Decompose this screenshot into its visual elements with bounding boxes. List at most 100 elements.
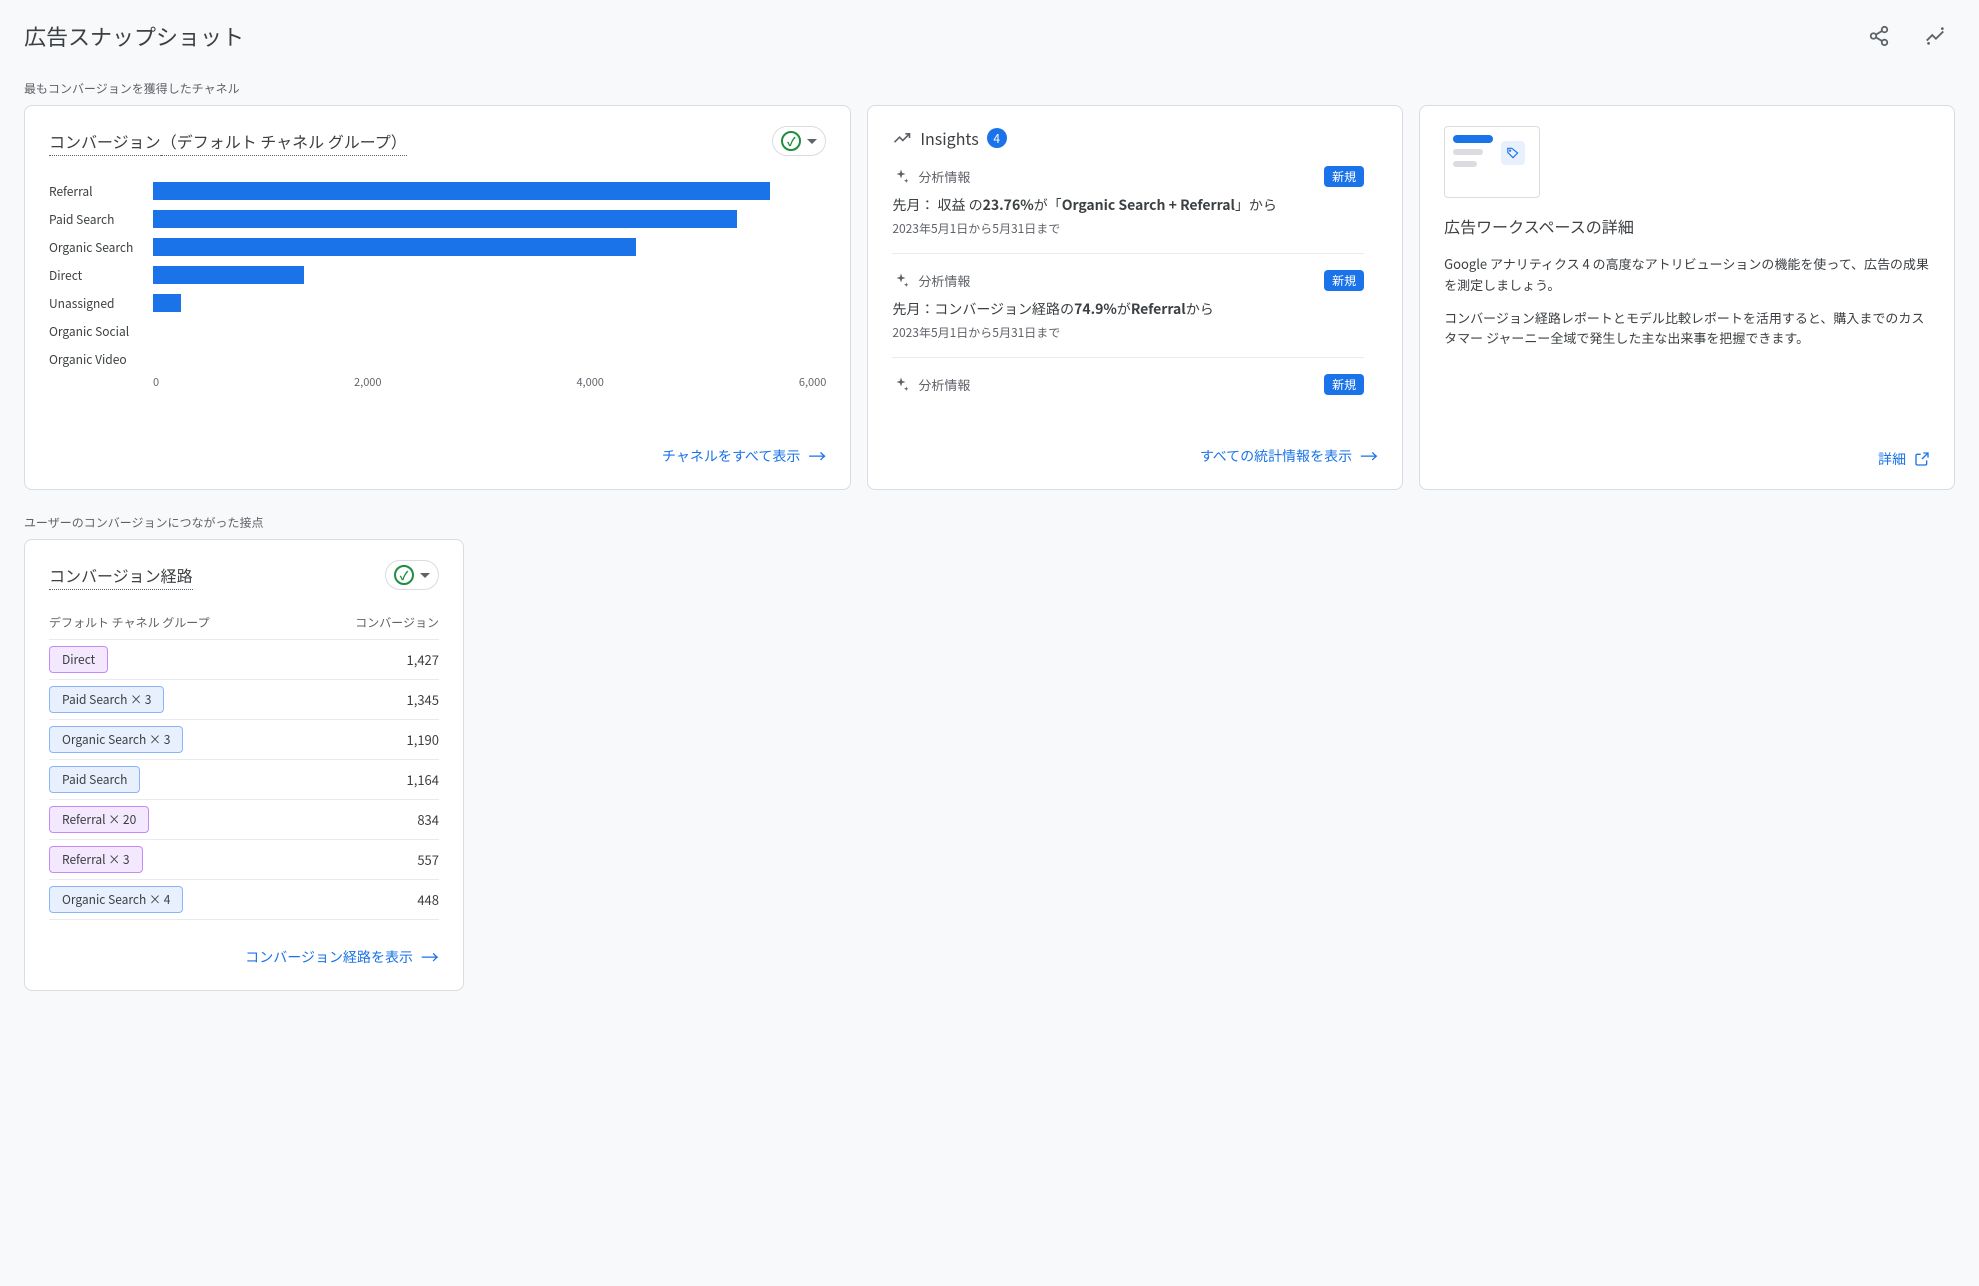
- arrow-right-icon: →: [808, 443, 826, 469]
- axis-tick: 2,000: [354, 374, 381, 390]
- spark-plus-icon: [892, 272, 910, 290]
- axis-tick: 0: [153, 374, 159, 390]
- share-icon[interactable]: [1859, 16, 1899, 56]
- arrow-right-icon: →: [1360, 443, 1378, 469]
- channel-chip: Paid Search: [49, 766, 140, 793]
- channel-chip: Organic Search × 3: [49, 726, 183, 753]
- insight-item[interactable]: 分析情報新規先月：コンバージョン経路の74.9%がReferralから2023年…: [892, 253, 1364, 357]
- insight-label-text: 分析情報: [918, 271, 970, 290]
- workspace-para-2: コンバージョン経路レポートとモデル比較レポートを活用すると、購入までのカスタマー…: [1444, 308, 1930, 350]
- new-badge: 新規: [1324, 166, 1364, 187]
- path-value: 1,164: [407, 770, 439, 789]
- bar-fill: [153, 294, 181, 312]
- bar-label: Organic Search: [49, 239, 153, 256]
- x-axis: 0 2,000 4,000 6,000: [49, 374, 826, 390]
- channel-chip: Referral × 20: [49, 806, 149, 833]
- path-row[interactable]: Paid Search 1,164: [49, 760, 439, 800]
- bar-fill: [153, 182, 770, 200]
- conversions-card-title: コンバージョン（デフォルト チャネル グループ）: [49, 129, 407, 153]
- bar-track: [153, 350, 826, 368]
- conversions-card: コンバージョン（デフォルト チャネル グループ） ✓ Referral Paid …: [24, 105, 851, 490]
- bar-label: Direct: [49, 267, 153, 284]
- insights-title: Insights: [920, 126, 978, 150]
- bar-track: [153, 210, 826, 228]
- bar-chart: Referral Paid Search Organic Search Direct U…: [49, 172, 826, 370]
- paths-card-title: コンバージョン経路: [49, 563, 193, 587]
- insight-item[interactable]: 分析情報新規先月： 収益 の23.76%が「Organic Search + R…: [892, 166, 1364, 253]
- path-row[interactable]: Paid Search × 31,345: [49, 680, 439, 720]
- bar-label: Paid Search: [49, 211, 153, 228]
- axis-tick: 4,000: [576, 374, 603, 390]
- section-label-channels: 最もコンバージョンを獲得したチャネル: [24, 80, 1955, 97]
- channel-chip: Paid Search × 3: [49, 686, 164, 713]
- bar-row: Unassigned: [49, 292, 826, 314]
- bar-row: Organic Social: [49, 320, 826, 342]
- view-all-insights-link[interactable]: すべての統計情報を表示 →: [1200, 443, 1378, 469]
- bar-fill: [153, 266, 304, 284]
- workspace-title: 広告ワークスペースの詳細: [1444, 214, 1930, 238]
- channel-chip: Organic Search × 4: [49, 886, 183, 913]
- bar-fill: [153, 238, 636, 256]
- bar-track: [153, 322, 826, 340]
- channel-chip: Direct: [49, 646, 108, 673]
- view-paths-link[interactable]: コンバージョン経路を表示 →: [245, 944, 439, 970]
- conversion-paths-card: コンバージョン経路 ✓ デフォルト チャネル グループ コンバージョン Dire…: [24, 539, 464, 991]
- bar-track: [153, 182, 826, 200]
- chevron-down-icon: [807, 139, 817, 144]
- new-badge: 新規: [1324, 270, 1364, 291]
- axis-tick: 6,000: [799, 374, 826, 390]
- conversions-title-prefix: コンバージョン: [49, 129, 161, 156]
- path-value: 557: [417, 850, 439, 869]
- view-paths-label: コンバージョン経路を表示: [245, 947, 413, 967]
- status-selector[interactable]: ✓: [772, 126, 826, 156]
- workspace-details-link[interactable]: 詳細: [1878, 449, 1930, 469]
- insight-label-text: 分析情報: [918, 167, 970, 186]
- workspace-card: 広告ワークスペースの詳細 Google アナリティクス 4 の高度なアトリビュー…: [1419, 105, 1955, 490]
- bar-track: [153, 294, 826, 312]
- workspace-details-label: 詳細: [1878, 449, 1906, 469]
- check-circle-icon: ✓: [394, 565, 414, 585]
- path-row[interactable]: Direct 1,427: [49, 640, 439, 680]
- paths-col-2: コンバージョン: [355, 614, 439, 631]
- insight-text: 先月：コンバージョン経路の74.9%がReferralから: [892, 299, 1364, 320]
- paths-col-1: デフォルト チャネル グループ: [49, 614, 210, 631]
- bar-label: Referral: [49, 183, 153, 200]
- insights-count-badge: 4: [987, 128, 1007, 148]
- insight-date: 2023年5月1日から5月31日まで: [892, 220, 1364, 237]
- conversions-title-suffix: （デフォルト チャネル グループ）: [161, 129, 407, 156]
- insight-label-text: 分析情報: [918, 375, 970, 394]
- view-all-insights-label: すべての統計情報を表示: [1200, 446, 1352, 466]
- insights-icon[interactable]: [1915, 16, 1955, 56]
- spark-plus-icon: [892, 376, 910, 394]
- spark-icon: [892, 128, 912, 148]
- bar-row: Referral: [49, 180, 826, 202]
- bar-row: Organic Search: [49, 236, 826, 258]
- bar-fill: [153, 210, 737, 228]
- bar-row: Organic Video: [49, 348, 826, 370]
- insight-item[interactable]: 分析情報 新規: [892, 357, 1364, 419]
- path-row[interactable]: Referral × 3557: [49, 840, 439, 880]
- check-circle-icon: ✓: [781, 131, 801, 151]
- bar-row: Direct: [49, 264, 826, 286]
- bar-row: Paid Search: [49, 208, 826, 230]
- path-row[interactable]: Organic Search × 4 448: [49, 880, 439, 920]
- bar-label: Unassigned: [49, 295, 153, 312]
- page-title: 広告スナップショット: [24, 20, 244, 52]
- status-selector[interactable]: ✓: [385, 560, 439, 590]
- insights-card: Insights 4 分析情報新規先月： 収益 の23.76%が「Organic…: [867, 105, 1403, 490]
- path-value: 448: [417, 890, 439, 909]
- new-badge: 新規: [1324, 374, 1364, 395]
- spark-plus-icon: [892, 168, 910, 186]
- path-row[interactable]: Referral × 20834: [49, 800, 439, 840]
- path-value: 1,427: [407, 650, 439, 669]
- view-all-channels-label: チャネルをすべて表示: [662, 446, 800, 466]
- external-link-icon: [1914, 451, 1930, 467]
- workspace-para-1: Google アナリティクス 4 の高度なアトリビューションの機能を使って、広告…: [1444, 254, 1930, 296]
- path-value: 1,190: [407, 730, 439, 749]
- bar-track: [153, 266, 826, 284]
- bar-label: Organic Social: [49, 323, 153, 340]
- view-all-channels-link[interactable]: チャネルをすべて表示 →: [662, 443, 826, 469]
- path-row[interactable]: Organic Search × 3 1,190: [49, 720, 439, 760]
- chevron-down-icon: [420, 573, 430, 578]
- arrow-right-icon: →: [421, 944, 439, 970]
